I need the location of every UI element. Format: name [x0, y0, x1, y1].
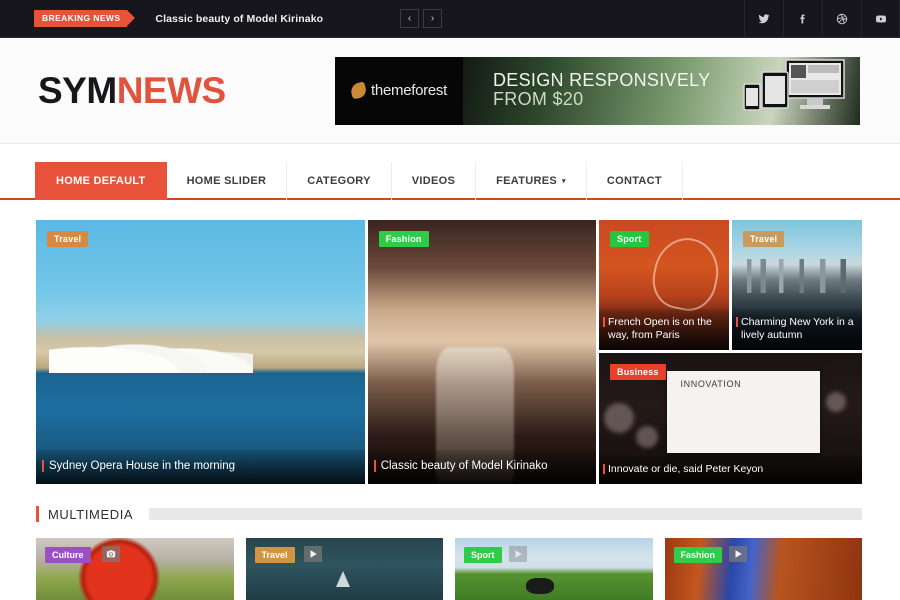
category-badge[interactable]: Business: [610, 364, 666, 380]
breaking-news-flag: BREAKING NEWS: [34, 10, 127, 27]
ad-message-panel: DESIGN RESPONSIVELY FROM $20: [463, 57, 860, 125]
multimedia-tile-fashion[interactable]: Fashion: [665, 538, 863, 600]
site-header: SYMNEWS themeforest DESIGN RESPONSIVELY …: [0, 38, 900, 144]
play-icon[interactable]: [729, 546, 747, 562]
featured-grid: Travel Sydney Opera House in the morning…: [36, 220, 862, 484]
multimedia-section-header: MULTIMEDIA: [36, 503, 862, 525]
whiteboard-text: INNOVATION: [681, 379, 742, 389]
featured-caption: Sydney Opera House in the morning: [36, 450, 365, 484]
nav-item-label: FEATURES: [496, 175, 557, 187]
nav-item-home-slider[interactable]: HOME SLIDER: [167, 162, 288, 200]
banner-ad[interactable]: themeforest DESIGN RESPONSIVELY FROM $20: [335, 57, 860, 125]
logo-text-accent: NEWS: [117, 70, 226, 111]
ad-devices-image: [742, 58, 846, 119]
site-logo[interactable]: SYMNEWS: [38, 70, 226, 112]
top-bar: BREAKING NEWS Classic beauty of Model Ki…: [0, 0, 900, 38]
next-arrow-icon[interactable]: ›: [423, 9, 442, 28]
featured-tile-tennis[interactable]: Sport French Open is on the way, from Pa…: [599, 220, 729, 350]
model-portrait-image: [368, 220, 596, 484]
chevron-down-icon: ▾: [562, 177, 566, 185]
breaking-news-slider-nav: ‹ ›: [400, 9, 442, 28]
breaking-news-headline[interactable]: Classic beauty of Model Kirinako: [155, 13, 323, 25]
category-badge[interactable]: Sport: [610, 231, 649, 247]
youtube-icon[interactable]: [861, 0, 900, 38]
main-navigation: HOME DEFAULT HOME SLIDER CATEGORY VIDEOS FEA…: [0, 162, 900, 200]
sydney-opera-image: [36, 220, 365, 484]
featured-tile-innovation[interactable]: INNOVATION Business Innovate or die, sai…: [599, 353, 862, 484]
logo-text-primary: SYM: [38, 70, 117, 111]
category-badge[interactable]: Fashion: [379, 231, 429, 247]
themeforest-leaf-icon: [349, 81, 367, 99]
multimedia-grid: Culture Travel Sport Fashion: [36, 538, 862, 600]
ad-brand-name: themeforest: [371, 82, 447, 99]
multimedia-tile-culture[interactable]: Culture: [36, 538, 234, 600]
social-links: [744, 0, 900, 38]
section-accent-bar: [36, 506, 39, 522]
multimedia-tile-travel[interactable]: Travel: [246, 538, 444, 600]
featured-caption: Classic beauty of Model Kirinako: [368, 450, 596, 484]
section-divider: [149, 508, 862, 520]
category-badge[interactable]: Travel: [743, 231, 784, 247]
category-badge[interactable]: Travel: [47, 231, 88, 247]
section-title: MULTIMEDIA: [48, 507, 133, 522]
nav-item-label: CATEGORY: [307, 175, 371, 187]
category-badge[interactable]: Travel: [255, 547, 295, 563]
nav-item-home-default[interactable]: HOME DEFAULT: [35, 162, 167, 200]
category-badge[interactable]: Fashion: [674, 547, 723, 563]
featured-tile-sydney[interactable]: Travel Sydney Opera House in the morning: [36, 220, 365, 484]
nav-item-label: HOME SLIDER: [187, 175, 267, 187]
camera-icon[interactable]: [102, 546, 120, 562]
featured-top-row: Sport French Open is on the way, from Pa…: [599, 220, 862, 350]
nav-item-label: HOME DEFAULT: [56, 175, 146, 187]
nav-item-features[interactable]: FEATURES ▾: [476, 162, 587, 200]
featured-caption: Charming New York in a lively autumn: [732, 309, 862, 350]
featured-right-column: Sport French Open is on the way, from Pa…: [599, 220, 862, 484]
multimedia-tile-sport[interactable]: Sport: [455, 538, 653, 600]
nav-item-label: VIDEOS: [412, 175, 455, 187]
nav-item-videos[interactable]: VIDEOS: [392, 162, 476, 200]
nav-item-contact[interactable]: CONTACT: [587, 162, 683, 200]
category-badge[interactable]: Culture: [45, 547, 91, 563]
dribbble-icon[interactable]: [822, 0, 861, 38]
twitter-icon[interactable]: [744, 0, 783, 38]
featured-caption: Innovate or die, said Peter Keyon: [599, 456, 862, 484]
category-badge[interactable]: Sport: [464, 547, 502, 563]
nav-item-label: CONTACT: [607, 175, 662, 187]
featured-tile-model[interactable]: Fashion Classic beauty of Model Kirinako: [368, 220, 596, 484]
ad-brand-panel: themeforest: [335, 57, 463, 125]
nav-item-category[interactable]: CATEGORY: [287, 162, 392, 200]
bokeh-decoration: [604, 403, 634, 433]
play-icon[interactable]: [509, 546, 527, 562]
featured-tile-newyork[interactable]: Travel Charming New York in a lively aut…: [732, 220, 862, 350]
play-icon[interactable]: [304, 546, 322, 562]
featured-caption: French Open is on the way, from Paris: [599, 309, 729, 350]
facebook-icon[interactable]: [783, 0, 822, 38]
prev-arrow-icon[interactable]: ‹: [400, 9, 419, 28]
